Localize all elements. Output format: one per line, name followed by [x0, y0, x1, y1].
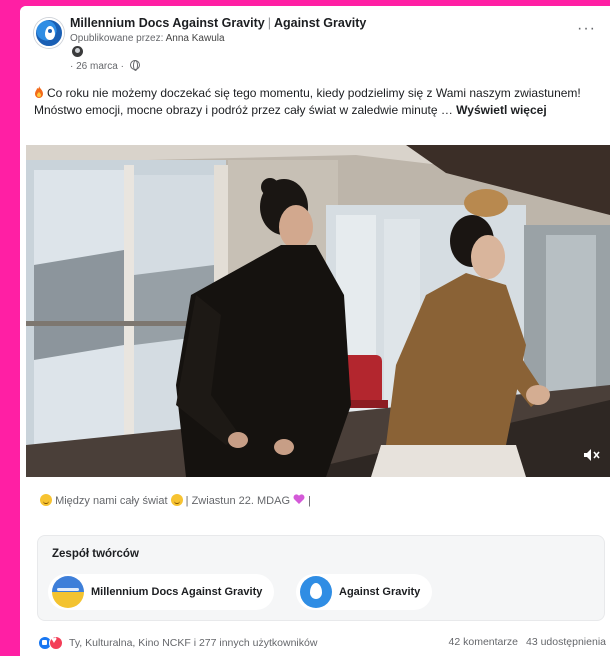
caption-part-b: | Zwiastun 22. MDAG: [185, 495, 291, 507]
reactions-summary[interactable]: Ty, Kulturalna, Kino NCKF i 277 innych u…: [38, 635, 318, 650]
mdag-logo-icon: [52, 576, 84, 608]
mute-icon[interactable]: [582, 447, 600, 463]
pin-logo-icon: [45, 26, 55, 40]
author-avatar-icon[interactable]: [72, 46, 83, 57]
page-name-link[interactable]: Millennium Docs Against Gravity: [70, 16, 265, 30]
post-footer: Ty, Kulturalna, Kino NCKF i 277 innych u…: [38, 635, 608, 652]
caption-part-a: Między nami cały świat: [55, 495, 168, 507]
post-text: Co roku nie możemy doczekać się tego mom…: [34, 85, 610, 118]
smile-emoji: [170, 494, 183, 506]
creator-chip-against-gravity[interactable]: Against Gravity: [296, 574, 433, 610]
video-caption: Między nami cały świat | Zwiastun 22. MD…: [40, 494, 311, 507]
posted-by-name[interactable]: Anna Kawula: [166, 33, 225, 44]
fire-icon: [35, 86, 43, 98]
video-player[interactable]: [26, 145, 610, 477]
reactors-text: Ty, Kulturalna, Kino NCKF i 277 innych u…: [69, 637, 318, 649]
post-card: Millennium Docs Against Gravity | Against …: [20, 6, 610, 656]
see-more-link[interactable]: Wyświetl więcej: [456, 103, 547, 117]
creators-box: Zespół twórców Millennium Docs Against G…: [37, 535, 605, 621]
caption-part-c: |: [308, 495, 311, 507]
more-icon[interactable]: ···: [577, 21, 596, 37]
creator-chip-mdag[interactable]: Millennium Docs Against Gravity: [48, 574, 275, 610]
co-page-name-link[interactable]: Against Gravity: [274, 16, 366, 30]
globe-icon: [129, 60, 140, 71]
posted-by: Opublikowane przez: Anna Kawula: [70, 33, 225, 44]
against-gravity-logo-icon: [300, 576, 332, 608]
page-avatar[interactable]: [34, 18, 64, 48]
engagement-counts: 42 komentarze 43 udostępnienia: [449, 636, 606, 648]
title-separator: |: [267, 16, 271, 30]
creators-title: Zespół twórców: [52, 548, 139, 560]
post-header: Millennium Docs Against Gravity | Against …: [34, 14, 604, 78]
comments-count-link[interactable]: 42 komentarze: [449, 636, 518, 648]
post-meta: · 26 marca ·: [70, 60, 140, 72]
post-date-link[interactable]: 26 marca: [76, 61, 118, 72]
shares-count-link[interactable]: 43 udostępnienia: [526, 636, 606, 648]
smile-emoji: [40, 494, 52, 506]
post-title: Millennium Docs Against Gravity | Against …: [70, 16, 366, 30]
creator-name: Millennium Docs Against Gravity: [91, 586, 263, 598]
video-frame: [26, 145, 610, 477]
post: Millennium Docs Against Gravity | Against …: [20, 6, 610, 656]
heart-emoji: [293, 494, 305, 504]
posted-by-label: Opublikowane przez:: [70, 33, 164, 44]
love-reaction-icon: [49, 635, 63, 650]
creator-name: Against Gravity: [339, 586, 421, 598]
